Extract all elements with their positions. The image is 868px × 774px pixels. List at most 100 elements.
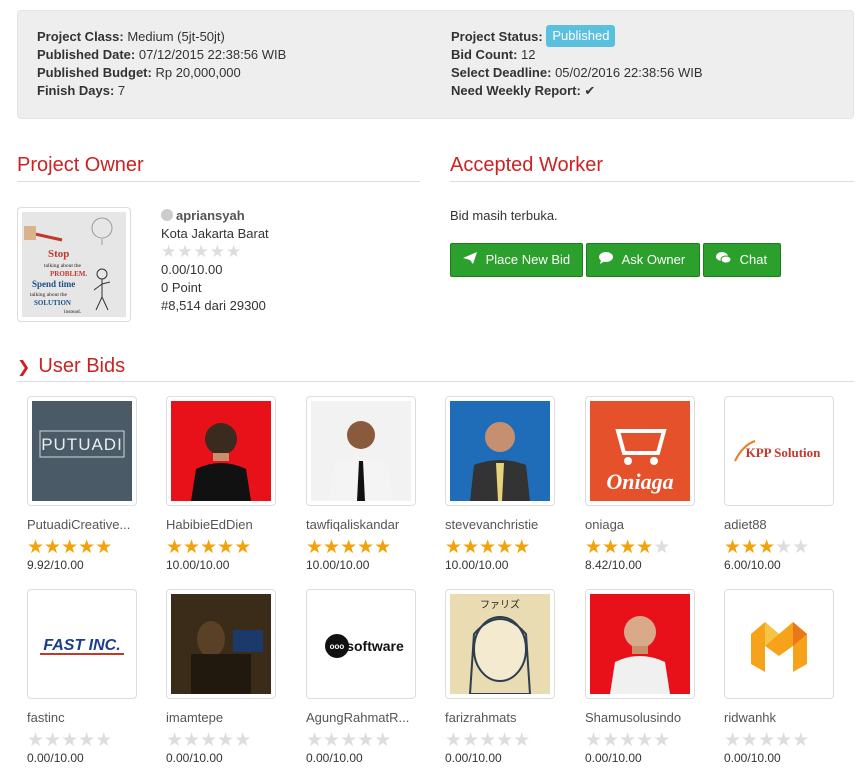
- bidder-score: 10.00/10.00: [306, 558, 370, 572]
- bidder-score: 0.00/10.00: [724, 751, 781, 765]
- star-icon: ★: [724, 537, 742, 558]
- owner-username[interactable]: apriansyah: [176, 208, 245, 223]
- star-icon: ★: [513, 537, 531, 558]
- star-icon: ★: [95, 537, 113, 558]
- project-owner-title: Project Owner: [17, 154, 144, 176]
- bidder-avatar[interactable]: [166, 396, 276, 506]
- bidder-avatar[interactable]: [585, 589, 695, 699]
- bidder-avatar[interactable]: [445, 396, 555, 506]
- bidder-name[interactable]: HabibieEdDien: [166, 516, 276, 534]
- avatar-text-line: talking about the: [30, 292, 68, 298]
- bidder-name[interactable]: fastinc: [27, 709, 137, 727]
- bidder-name[interactable]: stevevanchristie: [445, 516, 555, 534]
- project-info-panel: Project Class: Medium (5jt-50jt) Publish…: [17, 10, 854, 119]
- bidder-avatar-image: FAST INC.: [32, 594, 132, 694]
- owner-location: Kota Jakarta Barat: [161, 226, 269, 241]
- bidder-rating-stars: ★★★★★: [585, 731, 705, 751]
- owner-avatar[interactable]: Stop talking about the PROBLEM. Spend ti…: [17, 207, 131, 322]
- bidder-avatar-image: Oniaga: [590, 401, 690, 501]
- star-icon: ★: [462, 537, 480, 558]
- bidder-name[interactable]: adiet88: [724, 516, 834, 534]
- star-icon: ★: [340, 730, 358, 751]
- star-icon: ★: [585, 730, 603, 751]
- bidder-name[interactable]: imamtepe: [166, 709, 276, 727]
- star-icon: ★: [374, 730, 392, 751]
- bid-card[interactable]: KPP Solution adiet88 ★★★★★ 6.00/10.00: [724, 396, 844, 573]
- project-class-value: Medium (5jt-50jt): [127, 29, 225, 44]
- bidder-avatar[interactable]: PUTUADI: [27, 396, 137, 506]
- star-icon: ★: [183, 730, 201, 751]
- star-icon: ★: [306, 537, 324, 558]
- bidder-avatar[interactable]: M: [724, 589, 834, 699]
- star-icon: ★: [775, 537, 793, 558]
- star-icon: ★: [166, 730, 184, 751]
- star-icon: ★: [636, 537, 654, 558]
- bidder-logo-text: ファリズ: [480, 598, 520, 611]
- bidder-name[interactable]: farizrahmats: [445, 709, 555, 727]
- bid-count-value: 12: [521, 47, 536, 62]
- star-icon: ★: [758, 537, 776, 558]
- bid-card[interactable]: HabibieEdDien ★★★★★ 10.00/10.00: [166, 396, 286, 573]
- bidder-name[interactable]: tawfiqaliskandar: [306, 516, 416, 534]
- chat-button[interactable]: Chat: [703, 243, 781, 277]
- bidder-name[interactable]: ridwanhk: [724, 709, 834, 727]
- bid-card[interactable]: Oniaga oniaga ★★★★★ 8.42/10.00: [585, 396, 705, 573]
- bidder-avatar-image: KPP Solution: [729, 401, 829, 501]
- star-icon: ★: [758, 730, 776, 751]
- star-icon: ★: [619, 537, 637, 558]
- comments-icon: [716, 252, 735, 267]
- bid-card[interactable]: Mridwanhk ★★★★★ 0.00/10.00: [724, 589, 844, 766]
- bid-card[interactable]: imamtepe ★★★★★ 0.00/10.00: [166, 589, 286, 766]
- bidder-avatar[interactable]: KPP Solution: [724, 396, 834, 506]
- bidder-avatar-image: [171, 594, 271, 694]
- bidder-score: 10.00/10.00: [445, 558, 509, 572]
- published-budget-value: Rp 20,000,000: [155, 65, 241, 80]
- bidder-rating-stars: ★★★★★: [724, 538, 844, 558]
- project-info-left: Project Class: Medium (5jt-50jt) Publish…: [37, 28, 286, 100]
- bidder-avatar[interactable]: ファリズ: [445, 589, 555, 699]
- published-date-value: 07/12/2015 22:38:56 WIB: [138, 47, 287, 62]
- bidder-rating-stars: ★★★★★: [445, 731, 565, 751]
- bidder-name[interactable]: PutuadiCreative...: [27, 516, 137, 534]
- bidder-rating-stars: ★★★★★: [27, 538, 147, 558]
- svg-text:ooo: ooo: [330, 642, 345, 651]
- star-icon: ★: [513, 730, 531, 751]
- bidder-name[interactable]: oniaga: [585, 516, 695, 534]
- project-class-label: Project Class:: [37, 29, 124, 44]
- owner-info: apriansyah Kota Jakarta Barat ★★★★★ 0.00…: [161, 207, 269, 315]
- ask-owner-button[interactable]: Ask Owner: [586, 243, 700, 277]
- bidder-avatar[interactable]: Oniaga: [585, 396, 695, 506]
- chat-label: Chat: [739, 252, 768, 267]
- bidder-avatar[interactable]: FAST INC.: [27, 589, 137, 699]
- bid-card[interactable]: ファリズ farizrahmats ★★★★★ 0.00/10.00: [445, 589, 565, 766]
- section-divider: [450, 181, 854, 182]
- bidder-avatar-image: PUTUADI: [32, 401, 132, 501]
- bidder-avatar[interactable]: [166, 589, 276, 699]
- bidder-avatar[interactable]: [306, 396, 416, 506]
- user-bids-title-text: User Bids: [38, 355, 126, 377]
- star-icon: ★: [496, 730, 514, 751]
- star-icon: ★: [161, 242, 178, 261]
- bid-card[interactable]: PUTUADI PutuadiCreative... ★★★★★ 9.92/10.00: [27, 396, 147, 573]
- accepted-worker-title: Accepted Worker: [450, 154, 604, 176]
- bidder-avatar-image: ファリズ: [450, 594, 550, 694]
- bid-card[interactable]: FAST INC. fastinc ★★★★★ 0.00/10.00: [27, 589, 147, 766]
- bid-card[interactable]: tawfiqaliskandar ★★★★★ 10.00/10.00: [306, 396, 426, 573]
- star-icon: ★: [636, 730, 654, 751]
- bid-card[interactable]: ooo software AgungRahmatR... ★★★★★ 0.00/10.0…: [306, 589, 426, 766]
- status-badge: Published: [546, 25, 616, 48]
- bidder-name[interactable]: AgungRahmatR...: [306, 709, 416, 727]
- star-icon: ★: [741, 730, 759, 751]
- bid-card[interactable]: Shamusolusindo ★★★★★ 0.00/10.00: [585, 589, 705, 766]
- star-icon: ★: [200, 730, 218, 751]
- bidder-avatar[interactable]: ooo software: [306, 589, 416, 699]
- bid-card[interactable]: stevevanchristie ★★★★★ 10.00/10.00: [445, 396, 565, 573]
- check-icon: ✔: [584, 83, 596, 98]
- bidder-avatar-image: ooo software: [311, 594, 411, 694]
- bidder-name[interactable]: Shamusolusindo: [585, 709, 695, 727]
- star-icon: ★: [479, 537, 497, 558]
- place-new-bid-button[interactable]: Place New Bid: [450, 243, 583, 277]
- star-icon: ★: [166, 537, 184, 558]
- star-icon: ★: [177, 242, 194, 261]
- chevron-right-icon: ❯: [17, 359, 31, 376]
